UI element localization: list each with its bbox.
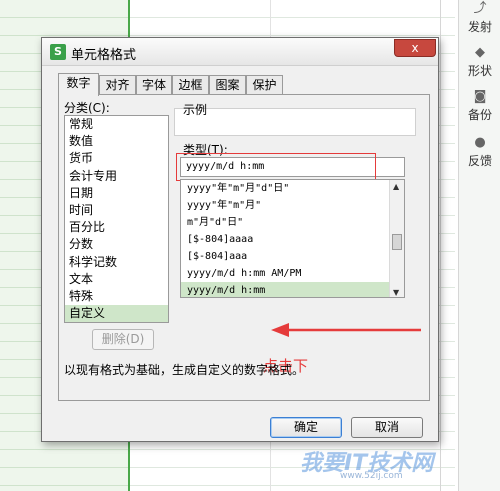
format-item[interactable]: m"月"d"日" [181, 214, 389, 231]
category-item[interactable]: 科学记数 [65, 254, 168, 271]
tab-border[interactable]: 边框 [172, 75, 209, 95]
tab-protection[interactable]: 保护 [246, 75, 283, 95]
delete-button[interactable]: 删除(D) [92, 329, 154, 350]
sidebar-item-label: 形状 [467, 64, 492, 78]
scrollbar-thumb[interactable] [392, 234, 402, 250]
format-item-selected[interactable]: yyyy/m/d h:mm [181, 282, 389, 297]
dialog-titlebar[interactable]: S 单元格格式 x [42, 38, 438, 66]
feedback-icon: ● [474, 135, 486, 150]
right-sidebar: ⤴ 发射 ◆ 形状 ◙ 备份 ● 反馈 [458, 0, 500, 491]
tab-alignment[interactable]: 对齐 [99, 75, 136, 95]
category-item[interactable]: 数值 [65, 133, 168, 150]
scroll-down-icon[interactable]: ▼ [393, 288, 399, 297]
format-list[interactable]: yyyy"年"m"月"d"日" yyyy"年"m"月" m"月"d"日" [$-… [180, 179, 405, 298]
sidebar-item-backup[interactable]: ◙ 备份 [459, 90, 500, 123]
category-item[interactable]: 时间 [65, 202, 168, 219]
format-item[interactable]: yyyy"年"m"月"d"日" [181, 180, 389, 197]
category-label: 分类(C): [64, 101, 110, 115]
format-item[interactable]: yyyy/m/d h:mm AM/PM [181, 265, 389, 282]
category-item[interactable]: 特殊 [65, 288, 168, 305]
ok-button[interactable]: 确定 [270, 417, 342, 438]
category-item[interactable]: 常规 [65, 116, 168, 133]
category-item[interactable]: 日期 [65, 185, 168, 202]
sidebar-item-shape[interactable]: ◆ 形状 [459, 46, 500, 79]
format-item[interactable]: yyyy"年"m"月" [181, 197, 389, 214]
sidebar-item-send[interactable]: ⤴ 发射 [459, 2, 500, 35]
annotation-arrow-icon [271, 323, 421, 337]
app-icon: S [50, 44, 66, 60]
category-item-selected[interactable]: 自定义 [65, 305, 168, 323]
sample-box [174, 108, 416, 136]
format-item[interactable]: [$-804]aaaa [181, 231, 389, 248]
backup-icon: ◙ [473, 89, 487, 104]
dialog-title: 单元格格式 [71, 48, 137, 63]
sidebar-item-label: 备份 [467, 108, 492, 122]
format-list-scrollbar[interactable]: ▲ ▼ [389, 180, 404, 297]
send-icon: ⤴ [473, 1, 487, 16]
sidebar-item-feedback[interactable]: ● 反馈 [459, 136, 500, 169]
format-description: 以现有格式为基础，生成自定义的数字格式。 [64, 363, 305, 377]
category-item[interactable]: 百分比 [65, 219, 168, 236]
category-item[interactable]: 文本 [65, 271, 168, 288]
scroll-up-icon[interactable]: ▲ [393, 182, 399, 191]
close-button[interactable]: x [394, 39, 436, 57]
category-item[interactable]: 货币 [65, 150, 168, 167]
category-list[interactable]: 常规 数值 货币 会计专用 日期 时间 百分比 分数 科学记数 文本 特殊 自定… [64, 115, 169, 323]
tab-pattern[interactable]: 图案 [209, 75, 246, 95]
category-item[interactable]: 会计专用 [65, 168, 168, 185]
category-item[interactable]: 分数 [65, 236, 168, 253]
tab-number[interactable]: 数字 [58, 73, 99, 96]
sidebar-item-label: 反馈 [467, 154, 492, 168]
cancel-button[interactable]: 取消 [351, 417, 423, 438]
highlight-box [176, 153, 376, 181]
format-item[interactable]: [$-804]aaa [181, 248, 389, 265]
shape-icon: ◆ [475, 45, 485, 60]
format-cells-dialog: S 单元格格式 x 数字 对齐 字体 边框 图案 保护 分类(C): 常规 数值… [41, 37, 439, 442]
tab-font[interactable]: 字体 [136, 75, 172, 95]
watermark-url: www.52ij.com [340, 471, 403, 481]
column-divider [440, 0, 441, 491]
sidebar-item-label: 发射 [467, 20, 492, 34]
sample-label: 示例 [183, 103, 208, 117]
